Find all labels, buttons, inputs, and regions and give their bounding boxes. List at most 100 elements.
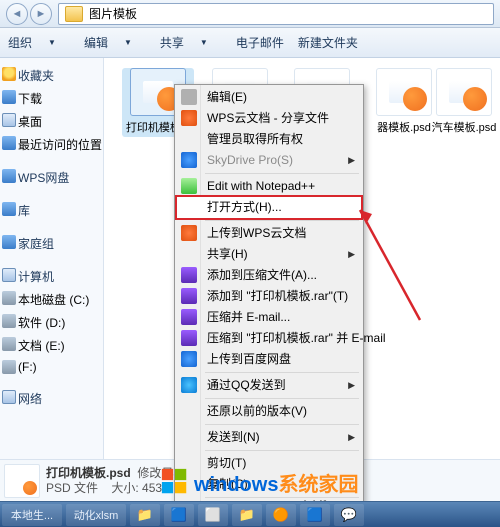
chevron-down-icon: ▼	[200, 38, 208, 47]
submenu-arrow-icon: ▶	[348, 150, 355, 171]
menu-skydrive[interactable]: SkyDrive Pro(S)▶	[177, 150, 361, 171]
file-thumbnail	[376, 68, 432, 116]
menu-rar-email[interactable]: 压缩并 E-mail...	[177, 307, 361, 328]
taskbar-item[interactable]: 🟦	[164, 504, 194, 526]
submenu-arrow-icon: ▶	[348, 244, 355, 265]
taskbar-item[interactable]: 🟠	[266, 504, 296, 526]
taskbar-item[interactable]: 📁	[130, 504, 160, 526]
email-button[interactable]: 电子邮件	[236, 34, 284, 51]
desktop-icon	[2, 113, 16, 127]
rar-icon	[181, 309, 197, 325]
drive-icon	[2, 314, 16, 328]
sidebar-downloads[interactable]: 下载	[0, 87, 103, 110]
network-icon	[2, 390, 16, 404]
menu-share[interactable]: 共享(H)▶	[177, 244, 361, 265]
taskbar-item[interactable]: 📁	[232, 504, 262, 526]
sidebar-disk-f[interactable]: (F:)	[0, 357, 103, 377]
sidebar-homegroup[interactable]: 家庭组	[0, 232, 103, 255]
separator	[205, 450, 359, 451]
taskbar-item[interactable]: ⬜	[198, 504, 228, 526]
share-menu[interactable]: 共享▼	[160, 34, 222, 51]
rar-icon	[181, 288, 197, 304]
taskbar: 本地生... 动化xlsm 📁 🟦 ⬜ 📁 🟠 🟦 💬	[0, 501, 500, 527]
cloud-icon	[2, 169, 16, 183]
recent-icon	[2, 136, 16, 150]
computer-icon	[2, 268, 16, 282]
menu-wps-share[interactable]: WPS云文档 - 分享文件	[177, 108, 361, 129]
baidu-icon	[181, 351, 197, 367]
menu-add-rar[interactable]: 添加到压缩文件(A)...	[177, 265, 361, 286]
menu-admin-priv[interactable]: 管理员取得所有权	[177, 129, 361, 150]
file-thumbnail	[436, 68, 492, 116]
library-icon	[2, 202, 16, 216]
chevron-down-icon: ▼	[124, 38, 132, 47]
forward-button[interactable]: ►	[30, 3, 52, 25]
taskbar-item[interactable]: 💬	[334, 504, 364, 526]
rar-icon	[181, 330, 197, 346]
edit-button[interactable]: 编辑▼	[84, 34, 146, 51]
menu-qq-send[interactable]: 通过QQ发送到▶	[177, 375, 361, 396]
wps-icon	[181, 110, 197, 126]
submenu-arrow-icon: ▶	[348, 375, 355, 396]
skydrive-icon	[181, 152, 197, 168]
menu-edit[interactable]: 编辑(E)	[177, 87, 361, 108]
sidebar-disk-c[interactable]: 本地磁盘 (C:)	[0, 288, 103, 311]
qq-icon	[181, 377, 197, 393]
details-filetype: PSD 文件	[46, 481, 98, 495]
star-icon	[2, 67, 16, 81]
separator	[205, 424, 359, 425]
drive-icon	[2, 360, 16, 374]
homegroup-icon	[2, 235, 16, 249]
edit-icon	[181, 89, 197, 105]
separator	[205, 398, 359, 399]
submenu-arrow-icon: ▶	[348, 427, 355, 448]
sidebar-desktop[interactable]: 桌面	[0, 110, 103, 133]
new-folder-button[interactable]: 新建文件夹	[298, 34, 358, 51]
context-menu: 编辑(E) WPS云文档 - 分享文件 管理员取得所有权 SkyDrive Pr…	[174, 84, 364, 527]
notepad-icon	[181, 178, 197, 194]
menu-send-to[interactable]: 发送到(N)▶	[177, 427, 361, 448]
sidebar-libraries[interactable]: 库	[0, 199, 103, 222]
watermark-sub: 系统家园	[278, 474, 358, 496]
taskbar-item[interactable]: 🟦	[300, 504, 330, 526]
sidebar-computer[interactable]: 计算机	[0, 265, 103, 288]
details-thumbnail	[4, 464, 40, 498]
sidebar-disk-e[interactable]: 文档 (E:)	[0, 334, 103, 357]
watermark-brand: windows	[194, 474, 278, 496]
explorer-window: ◄ ► 图片模板 组织▼ 编辑▼ 共享▼ 电子邮件 新建文件夹 收藏夹 下载 桌…	[0, 0, 500, 527]
menu-upload-wps[interactable]: 上传到WPS云文档	[177, 223, 361, 244]
file-label: 汽车模板.psd	[428, 119, 500, 135]
sidebar-favorites[interactable]: 收藏夹	[0, 64, 103, 87]
menu-restore-prev[interactable]: 还原以前的版本(V)	[177, 401, 361, 422]
drive-icon	[2, 337, 16, 351]
menu-notepad[interactable]: Edit with Notepad++	[177, 176, 361, 197]
file-item[interactable]: 汽车模板.psd	[428, 68, 500, 135]
sidebar-network[interactable]: 网络	[0, 387, 103, 410]
sidebar: 收藏夹 下载 桌面 最近访问的位置 WPS网盘 库 家庭组 计算机 本地磁盘 (…	[0, 58, 104, 478]
back-button[interactable]: ◄	[6, 3, 28, 25]
wps-icon	[181, 225, 197, 241]
watermark: windows系统家园 www.ruishifu.com	[160, 467, 358, 497]
sidebar-recent[interactable]: 最近访问的位置	[0, 133, 103, 156]
separator	[205, 220, 359, 221]
titlebar: ◄ ► 图片模板	[0, 0, 500, 28]
sidebar-wpscloud[interactable]: WPS网盘	[0, 166, 103, 189]
menu-open-with[interactable]: 打开方式(H)...	[177, 197, 361, 218]
menu-add-rar-named[interactable]: 添加到 "打印机模板.rar"(T)	[177, 286, 361, 307]
rar-icon	[181, 267, 197, 283]
chevron-down-icon: ▼	[48, 38, 56, 47]
breadcrumb[interactable]: 图片模板	[58, 3, 494, 25]
organize-menu[interactable]: 组织▼	[8, 34, 70, 51]
details-filename: 打印机模板.psd	[46, 466, 131, 480]
toolbar: 组织▼ 编辑▼ 共享▼ 电子邮件 新建文件夹	[0, 28, 500, 58]
menu-rar-named-email[interactable]: 压缩到 "打印机模板.rar" 并 E-mail	[177, 328, 361, 349]
separator	[205, 173, 359, 174]
windows-logo-icon	[160, 467, 190, 497]
taskbar-item[interactable]: 本地生...	[2, 504, 62, 526]
breadcrumb-text: 图片模板	[89, 5, 137, 22]
taskbar-item[interactable]: 动化xlsm	[66, 504, 126, 526]
download-icon	[2, 90, 16, 104]
folder-icon	[65, 6, 83, 22]
menu-upload-baidu[interactable]: 上传到百度网盘	[177, 349, 361, 370]
sidebar-disk-d[interactable]: 软件 (D:)	[0, 311, 103, 334]
